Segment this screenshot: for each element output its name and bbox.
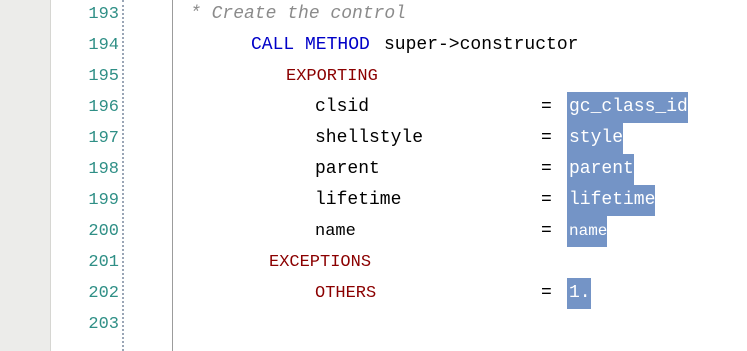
parameter-name: clsid [315,97,370,117]
line-number: 197 [88,129,119,148]
line-number: 195 [88,67,119,86]
assign-operator: = [541,283,552,303]
selected-value[interactable]: 1. [567,278,591,309]
code-line-199[interactable]: 199 lifetime = lifetime [0,185,747,216]
code-line-193[interactable]: 193 * Create the control [0,0,747,30]
parameter-name: shellstyle [315,128,424,148]
code-line-202[interactable]: 202 OTHERS = 1. [0,278,747,309]
line-number: 198 [88,160,119,179]
line-number: 193 [88,5,119,24]
code-line-200[interactable]: 200 name = name [0,216,747,247]
keyword-exporting: EXPORTING [286,67,378,86]
code-line-194[interactable]: 194 CALL METHOD super->constructor [0,30,747,61]
code-editor[interactable]: 193 * Create the control 194 CALL METHOD… [0,0,747,351]
assign-operator: = [541,159,552,179]
line-number: 202 [88,284,119,303]
code-line-198[interactable]: 198 parent = parent [0,154,747,185]
selected-value[interactable]: parent [567,154,634,185]
parameter-name: lifetime [315,190,402,210]
assign-operator: = [541,97,552,117]
assign-operator: = [541,221,552,241]
selected-value[interactable]: style [567,123,624,154]
parameter-name: name [315,222,356,241]
selected-value[interactable]: lifetime [567,185,656,216]
line-number: 199 [88,191,119,210]
selected-value[interactable]: gc_class_id [567,92,688,123]
line-number: 203 [88,315,119,334]
keyword-exceptions: EXCEPTIONS [269,253,372,272]
parameter-name: parent [315,159,380,179]
method-call-target: super->constructor [384,35,579,55]
parameter-name: OTHERS [315,284,377,303]
code-line-197[interactable]: 197 shellstyle = style [0,123,747,154]
code-line-196[interactable]: 196 clsid = gc_class_id [0,92,747,123]
selected-value[interactable]: name [567,216,608,247]
keyword-call-method: CALL METHOD [251,35,370,55]
line-number: 200 [88,222,119,241]
assign-operator: = [541,128,552,148]
code-line-201[interactable]: 201 EXCEPTIONS [0,247,747,278]
line-number: 201 [88,253,119,272]
code-line-195[interactable]: 195 EXPORTING [0,61,747,92]
line-number: 196 [88,98,119,117]
comment-text: * Create the control [190,4,407,24]
code-line-203[interactable]: 203 [0,309,747,340]
assign-operator: = [541,190,552,210]
line-number: 194 [88,36,119,55]
